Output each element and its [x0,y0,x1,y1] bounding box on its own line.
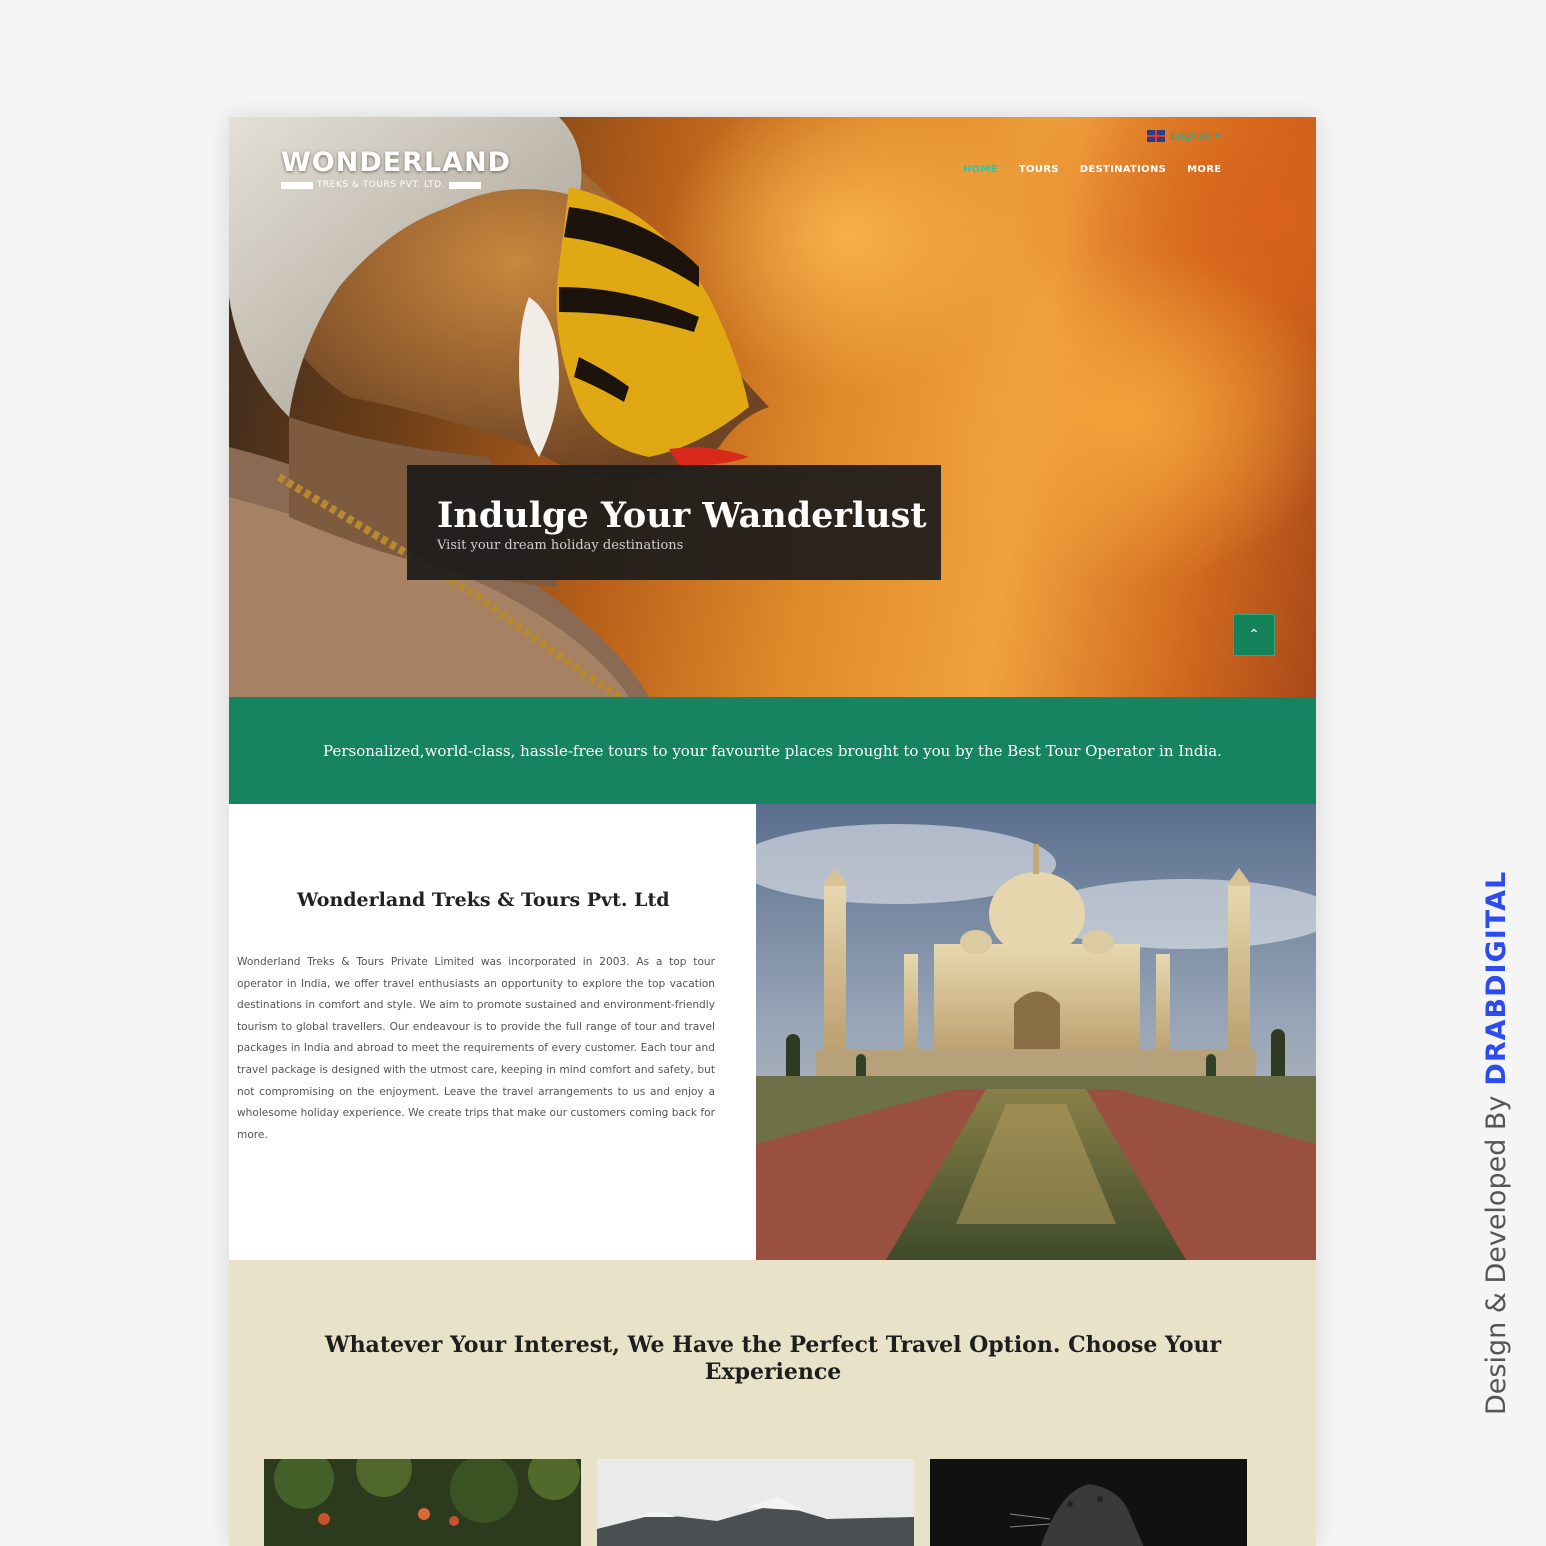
website-preview: WONDERLAND TREKS & TOURS PVT. LTD. Engli… [229,117,1316,1546]
logo[interactable]: WONDERLAND TREKS & TOURS PVT. LTD. [281,147,511,190]
about-text: Wonderland Treks & Tours Private Limited… [237,956,715,1141]
mountains-image [597,1459,914,1546]
hero-caption: Indulge Your Wanderlust Visit your dream… [407,465,941,580]
nav-tours[interactable]: TOURS [1019,164,1059,175]
logo-tagline-row: TREKS & TOURS PVT. LTD. [281,180,511,190]
interest-title: Whatever Your Interest, We Have the Perf… [324,1332,1222,1385]
tagline-band: Personalized,world-class, hassle-free to… [229,697,1316,804]
caret-down-icon: ▾ [1214,129,1221,142]
nav-more[interactable]: MORE [1187,164,1221,175]
leopard-image [930,1459,1247,1546]
main-nav: HOME TOURS DESTINATIONS MORE [963,164,1221,175]
logo-bar-left [281,181,313,189]
about-section: Wonderland Treks & Tours Pvt. Ltd Wonder… [229,804,1316,1260]
uk-flag-icon [1147,129,1165,142]
language-label: English [1170,129,1210,142]
logo-tagline: TREKS & TOURS PVT. LTD. [317,180,446,190]
experience-card-wildlife[interactable] [930,1459,1247,1546]
hero-title: Indulge Your Wanderlust [437,495,927,536]
hero-section: WONDERLAND TREKS & TOURS PVT. LTD. Engli… [229,117,1316,697]
experience-card-trekking[interactable] [264,1459,581,1546]
logo-name: WONDERLAND [281,147,512,178]
taj-mahal-image [756,804,1316,1260]
scroll-top-button[interactable]: ⌃ [1233,614,1275,656]
about-title: Wonderland Treks & Tours Pvt. Ltd [297,889,670,911]
nav-home[interactable]: HOME [963,164,998,175]
logo-bar-right [449,181,482,189]
credit-brand[interactable]: DRABDIGITAL [1481,871,1512,1086]
forest-trek-image [264,1459,581,1546]
hero-image [229,117,769,697]
language-selector[interactable]: English ▾ [1147,129,1220,142]
designer-credit: Design & Developed By DRABDIGITAL [1481,871,1512,1415]
chevron-up-icon: ⌃ [1248,627,1260,643]
hero-subtitle: Visit your dream holiday destinations [437,538,684,553]
tagline-text: Personalized,world-class, hassle-free to… [323,741,1222,760]
nav-destinations[interactable]: DESTINATIONS [1080,164,1166,175]
experience-card-mountains[interactable] [597,1459,914,1546]
credit-label: Design & Developed By [1481,1095,1512,1415]
interest-section: Whatever Your Interest, We Have the Perf… [229,1260,1316,1546]
